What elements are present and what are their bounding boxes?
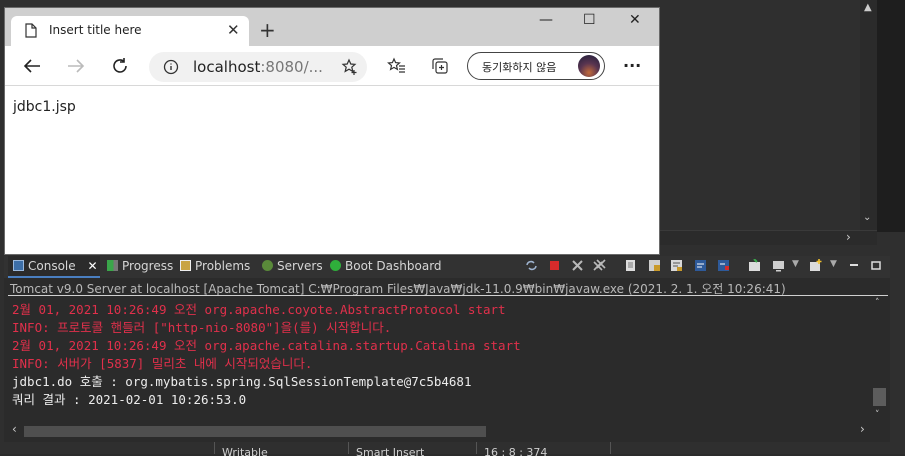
favorites-icon[interactable] — [387, 57, 407, 75]
page-content-text: jdbc1.jsp — [13, 99, 76, 115]
browser-window: Insert title here ✕ + — ☐ ✕ localhost:80… — [4, 7, 660, 255]
status-separator — [610, 442, 611, 454]
pin-console-icon[interactable] — [748, 259, 761, 272]
browser-toolbar: localhost:8080/... 동기화하지 않음 ··· — [5, 46, 659, 86]
problems-icon — [180, 260, 191, 271]
editor-horizontal-scrollbar[interactable]: › — [660, 230, 877, 245]
tab-progress[interactable]: Progress — [107, 259, 173, 273]
tab-problems-label: Problems — [195, 259, 251, 273]
remove-launch-icon[interactable] — [571, 259, 584, 272]
console-line: INFO: 프로토콜 핸들러 ["http-nio-8080"]을(를) 시작합… — [12, 320, 392, 335]
console-icon — [13, 260, 24, 271]
status-insert-mode: Smart Insert — [356, 446, 425, 456]
ide-right-panel — [877, 0, 905, 232]
boot-dashboard-icon — [330, 260, 341, 271]
tab-console[interactable]: Console ✕ — [13, 259, 98, 273]
console-line: 쿼리 결과 : 2021-02-01 10:26:53.0 — [12, 392, 247, 407]
chevron-down-icon[interactable]: ▼ — [792, 259, 799, 269]
editor-vertical-scrollbar[interactable]: ▲ ⌄ — [860, 0, 877, 232]
remove-all-terminated-icon[interactable] — [593, 259, 606, 272]
more-menu-icon[interactable]: ··· — [623, 56, 641, 75]
progress-icon — [107, 260, 118, 271]
console-line: 2월 01, 2021 10:26:49 오전 org.apache.coyot… — [12, 302, 506, 317]
tab-problems[interactable]: Problems — [180, 259, 250, 273]
show-console-on-output-icon[interactable] — [694, 259, 707, 272]
scroll-right-arrow-icon[interactable]: › — [860, 422, 865, 436]
address-path: :8080/... — [260, 58, 323, 76]
scroll-right-arrow-icon[interactable]: › — [846, 230, 851, 244]
chevron-down-icon[interactable]: ▼ — [830, 259, 837, 269]
tab-servers[interactable]: Servers — [262, 259, 323, 273]
scroll-up-arrow-icon[interactable]: ▲ — [864, 2, 872, 13]
close-tab-icon[interactable]: ✕ — [227, 21, 240, 39]
status-separator — [348, 442, 349, 454]
new-tab-button[interactable]: + — [259, 20, 276, 40]
tab-strip: Insert title here ✕ + — ☐ ✕ — [5, 8, 659, 46]
servers-icon — [262, 260, 273, 271]
address-host: localhost — [193, 58, 261, 76]
tab-progress-label: Progress — [122, 259, 174, 273]
console-line: 2월 01, 2021 10:26:49 오전 org.apache.catal… — [12, 338, 521, 353]
console-vertical-scrollbar[interactable]: ˄ ˅ — [872, 298, 888, 426]
sync-button[interactable]: 동기화하지 않음 — [467, 52, 605, 80]
status-separator — [214, 442, 215, 454]
close-console-icon[interactable]: ✕ — [87, 259, 97, 273]
disconnect-icon[interactable] — [525, 259, 538, 272]
minimize-icon[interactable]: — — [539, 12, 553, 28]
collections-icon[interactable] — [431, 57, 449, 75]
tab-boot-dashboard[interactable]: Boot Dashboard — [330, 259, 442, 273]
console-line: jdbc1.do 호출 : org.mybatis.spring.SqlSess… — [12, 374, 472, 389]
document-icon — [25, 23, 37, 38]
address-bar[interactable]: localhost:8080/... — [149, 52, 367, 82]
console-line: INFO: 서버가 [5837] 밀리초 내에 시작되었습니다. — [12, 356, 313, 371]
scroll-up-arrow-icon[interactable]: ˄ — [875, 298, 880, 308]
back-arrow-icon[interactable] — [23, 58, 41, 74]
show-console-on-error-icon[interactable] — [717, 259, 730, 272]
forward-arrow-icon[interactable] — [67, 58, 85, 74]
console-scroll-thumb[interactable] — [873, 388, 886, 406]
status-writable: Writable — [222, 446, 268, 456]
console-separator — [8, 295, 888, 296]
browser-tab[interactable]: Insert title here ✕ — [11, 16, 249, 46]
console-horizontal-scrollbar[interactable]: ‹ › — [10, 422, 872, 439]
window-close-icon[interactable]: ✕ — [629, 12, 641, 28]
display-selected-console-icon[interactable] — [772, 259, 785, 272]
maximize-view-icon[interactable] — [870, 259, 883, 272]
word-wrap-icon[interactable] — [670, 259, 683, 272]
status-cursor-position: 16 : 8 : 374 — [484, 446, 548, 456]
minimize-view-icon[interactable] — [848, 259, 861, 272]
clear-console-icon[interactable] — [625, 259, 638, 272]
scroll-lock-icon[interactable] — [648, 259, 661, 272]
tab-boot-dashboard-label: Boot Dashboard — [345, 259, 442, 273]
open-console-icon[interactable] — [809, 259, 822, 272]
scroll-left-arrow-icon[interactable]: ‹ — [12, 422, 17, 436]
scroll-down-arrow-icon[interactable]: ⌄ — [863, 212, 871, 223]
info-icon[interactable] — [163, 59, 179, 75]
console-view: Console ✕ Progress Problems Servers Boot… — [4, 256, 890, 442]
tab-servers-label: Servers — [277, 259, 323, 273]
tab-title: Insert title here — [49, 23, 142, 37]
status-bar: Writable Smart Insert 16 : 8 : 374 — [0, 442, 905, 456]
maximize-icon[interactable]: ☐ — [583, 12, 596, 28]
status-separator — [476, 442, 477, 454]
tab-console-label: Console — [28, 259, 76, 273]
scroll-down-arrow-icon[interactable]: ˅ — [875, 410, 880, 420]
refresh-icon[interactable] — [111, 57, 129, 75]
terminate-icon[interactable] — [548, 259, 561, 272]
add-favorite-icon[interactable] — [341, 58, 359, 76]
console-hscroll-thumb[interactable] — [24, 426, 486, 437]
profile-avatar — [578, 55, 600, 77]
address-text: localhost:8080/... — [193, 58, 323, 76]
sync-label: 동기화하지 않음 — [482, 61, 557, 74]
